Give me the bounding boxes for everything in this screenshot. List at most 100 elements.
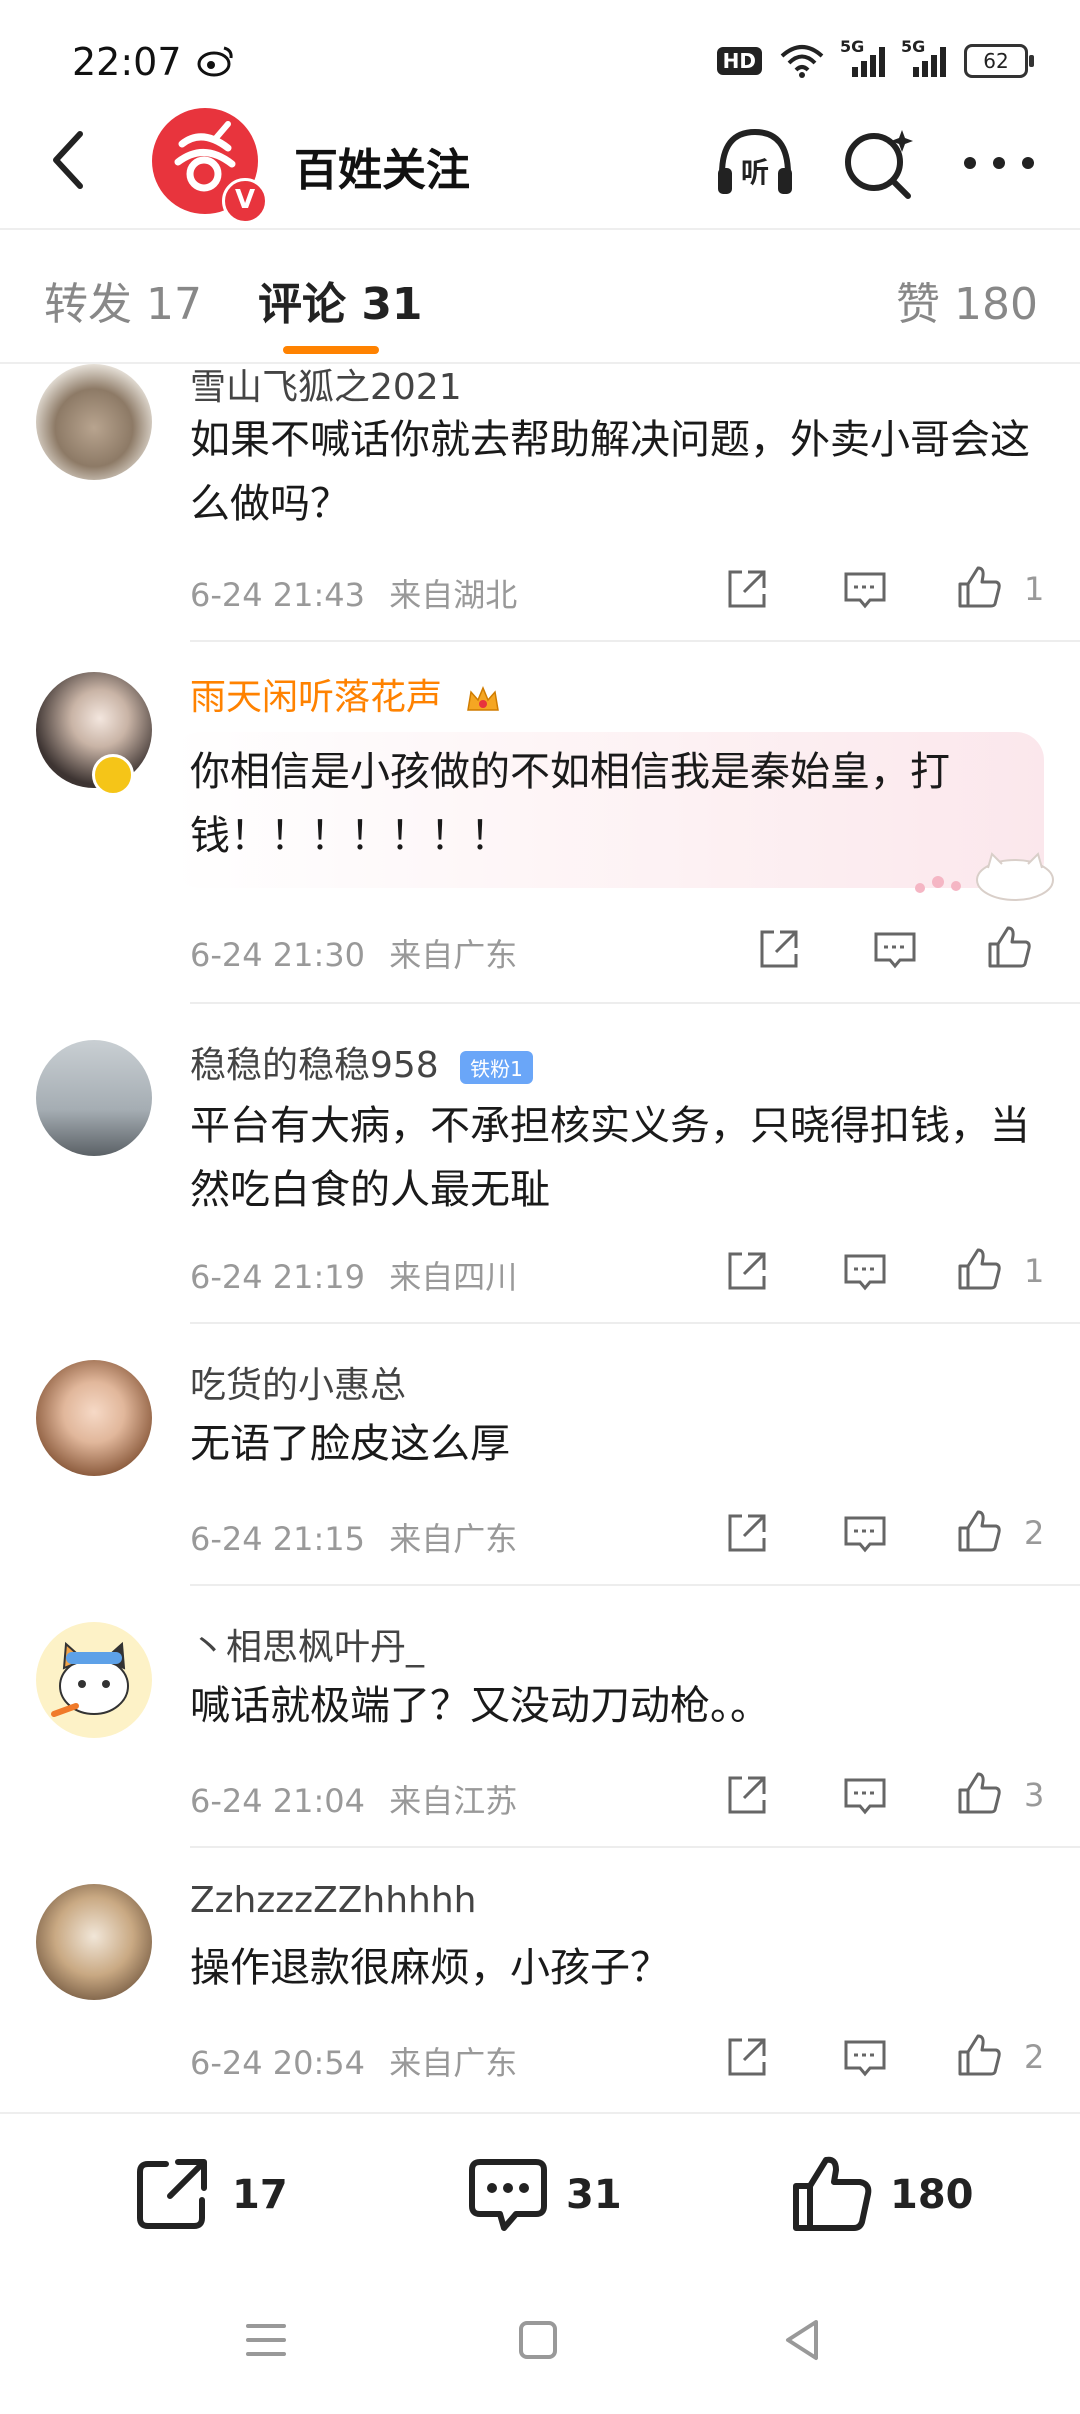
network-label-2: 5G [901,37,926,56]
comment-time: 6-24 20:54 [190,2044,366,2082]
comment-username[interactable]: 丶相思枫叶丹_ [190,1618,424,1670]
comment-username-text: 雨天闲听落花声 [190,677,443,718]
comment-meta: 6-24 21:30 来自广东 [190,930,517,976]
comment-icon[interactable] [466,2152,550,2236]
comment-location: 来自江苏 [389,1782,518,1820]
avatar[interactable] [36,1622,152,1738]
like-count: 2 [1024,1514,1045,1552]
like-icon[interactable] [790,2152,874,2236]
reply-icon[interactable] [840,2032,890,2082]
like-icon[interactable] [954,1768,1004,1818]
comment-username[interactable]: 雨天闲听落花声 [190,668,501,720]
comment-item: 雨天闲听落花声 你相信是小孩做的不如相信我是秦始皇，打钱！！！！！！！ 6-24… [0,672,1080,1004]
comment-divider [190,640,1080,642]
comment-text: 你相信是小孩做的不如相信我是秦始皇，打钱！！！！！！！ [190,749,950,859]
account-name[interactable]: 百姓关注 [294,134,470,198]
comment-username[interactable]: ZzhzzzZZhhhhh [190,1880,476,1921]
share-icon[interactable] [722,564,772,614]
crown-icon [467,686,500,711]
comment-item: 稳稳的稳稳958 铁粉1 平台有大病，不承担核实义务，只晓得扣钱，当然吃白食的人… [0,1040,1080,1324]
comment-text: 无语了脸皮这么厚 [190,1421,510,1467]
comment-username[interactable]: 雪山飞狐之2021 [190,358,462,410]
comment-location: 来自四川 [389,1258,518,1296]
reply-icon[interactable] [840,1246,890,1296]
tab-likes[interactable]: 赞 180 [896,268,1038,332]
bottom-bar-divider [0,2112,1080,2114]
cat-avatar-icon [51,1641,129,1717]
comment-time: 6-24 21:04 [190,1782,366,1820]
menu-nav-icon[interactable] [236,2310,296,2370]
share-icon[interactable] [722,2032,772,2082]
hd-icon: HD [716,47,762,75]
more-icon[interactable] [956,120,1042,206]
like-icon[interactable] [954,562,1004,612]
svg-text:听: 听 [741,156,769,189]
like-count: 1 [1024,570,1045,608]
comment-meta: 6-24 21:15 来自广东 [190,1514,517,1560]
comment-time: 6-24 21:43 [190,576,366,614]
comment-text: 喊话就极端了？又没动刀动枪。。 [190,1683,770,1729]
avatar[interactable] [36,1360,152,1476]
verified-badge: V [222,178,268,224]
share-icon[interactable] [754,924,804,974]
comment-item: 雪山飞狐之2021 如果不喊话你就去帮助解决问题，外卖小哥会这么做吗？ 6-24… [0,364,1080,642]
battery-icon: 62 [964,44,1034,78]
share-icon[interactable] [722,1770,772,1820]
like-count: 2 [1024,2038,1045,2076]
avatar[interactable] [36,1040,152,1156]
header-divider [0,228,1080,230]
comment-divider [190,1002,1080,1004]
reply-icon[interactable] [840,1770,890,1820]
like-icon[interactable] [954,1506,1004,1556]
avatar[interactable] [36,364,152,480]
back-icon[interactable] [36,120,108,200]
comment-meta: 6-24 21:04 来自江苏 [190,1776,517,1822]
share-icon[interactable] [722,1246,772,1296]
repost-icon[interactable] [130,2152,214,2236]
like-count-total[interactable]: 180 [890,2172,974,2218]
signal-icon: 5G [840,37,885,77]
tab-active-indicator [283,346,379,354]
comment-location: 来自湖北 [389,576,518,614]
like-count: 1 [1024,1252,1045,1290]
listen-icon[interactable]: 听 [712,120,798,206]
home-nav-icon[interactable] [508,2310,568,2370]
like-count: 3 [1024,1776,1045,1814]
comment-username[interactable]: 吃货的小惠总 [190,1356,406,1408]
status-time: 22:07 [72,40,182,84]
reply-icon[interactable] [840,1508,890,1558]
comment-item: 丶相思枫叶丹_ 喊话就极端了？又没动刀动枪。。 6-24 21:04 来自江苏 … [0,1622,1080,1848]
comment-meta: 6-24 20:54 来自广东 [190,2038,517,2084]
comment-time: 6-24 21:30 [190,936,366,974]
reply-icon[interactable] [840,564,890,614]
fan-badge: 铁粉1 [460,1050,533,1084]
comment-location: 来自广东 [389,2044,518,2082]
repost-count[interactable]: 17 [232,2172,288,2218]
avatar[interactable] [36,1884,152,2000]
verified-yellow-badge-icon [92,754,134,796]
comment-divider [190,1322,1080,1324]
reply-icon[interactable] [870,924,920,974]
comment-username[interactable]: 稳稳的稳稳958 铁粉1 [190,1036,533,1088]
comment-text: 平台有大病，不承担核实义务，只晓得扣钱，当然吃白食的人最无耻 [190,1103,1030,1213]
comment-location: 来自广东 [389,936,518,974]
like-icon[interactable] [984,922,1034,972]
comment-divider [190,1584,1080,1586]
comment-item: 吃货的小惠总 无语了脸皮这么厚 6-24 21:15 来自广东 2 [0,1360,1080,1586]
back-nav-icon[interactable] [772,2310,832,2370]
comment-text: 操作退款很麻烦，小孩子？ [190,1945,670,1991]
status-icons: HD 5G 5G 62 [716,37,1034,78]
search-icon[interactable] [836,120,922,206]
tab-reposts[interactable]: 转发 17 [44,268,202,332]
comment-meta: 6-24 21:43 来自湖北 [190,570,517,616]
weibo-icon [197,46,233,77]
tab-comments[interactable]: 评论 31 [258,268,423,332]
like-icon[interactable] [954,2030,1004,2080]
comment-count[interactable]: 31 [566,2172,622,2218]
like-icon[interactable] [954,1244,1004,1294]
comment-meta: 6-24 21:19 来自四川 [190,1252,517,1298]
wifi-icon [780,45,824,78]
comment-text: 如果不喊话你就去帮助解决问题，外卖小哥会这么做吗？ [190,417,1030,527]
share-icon[interactable] [722,1508,772,1558]
comment-divider [190,1846,1080,1848]
